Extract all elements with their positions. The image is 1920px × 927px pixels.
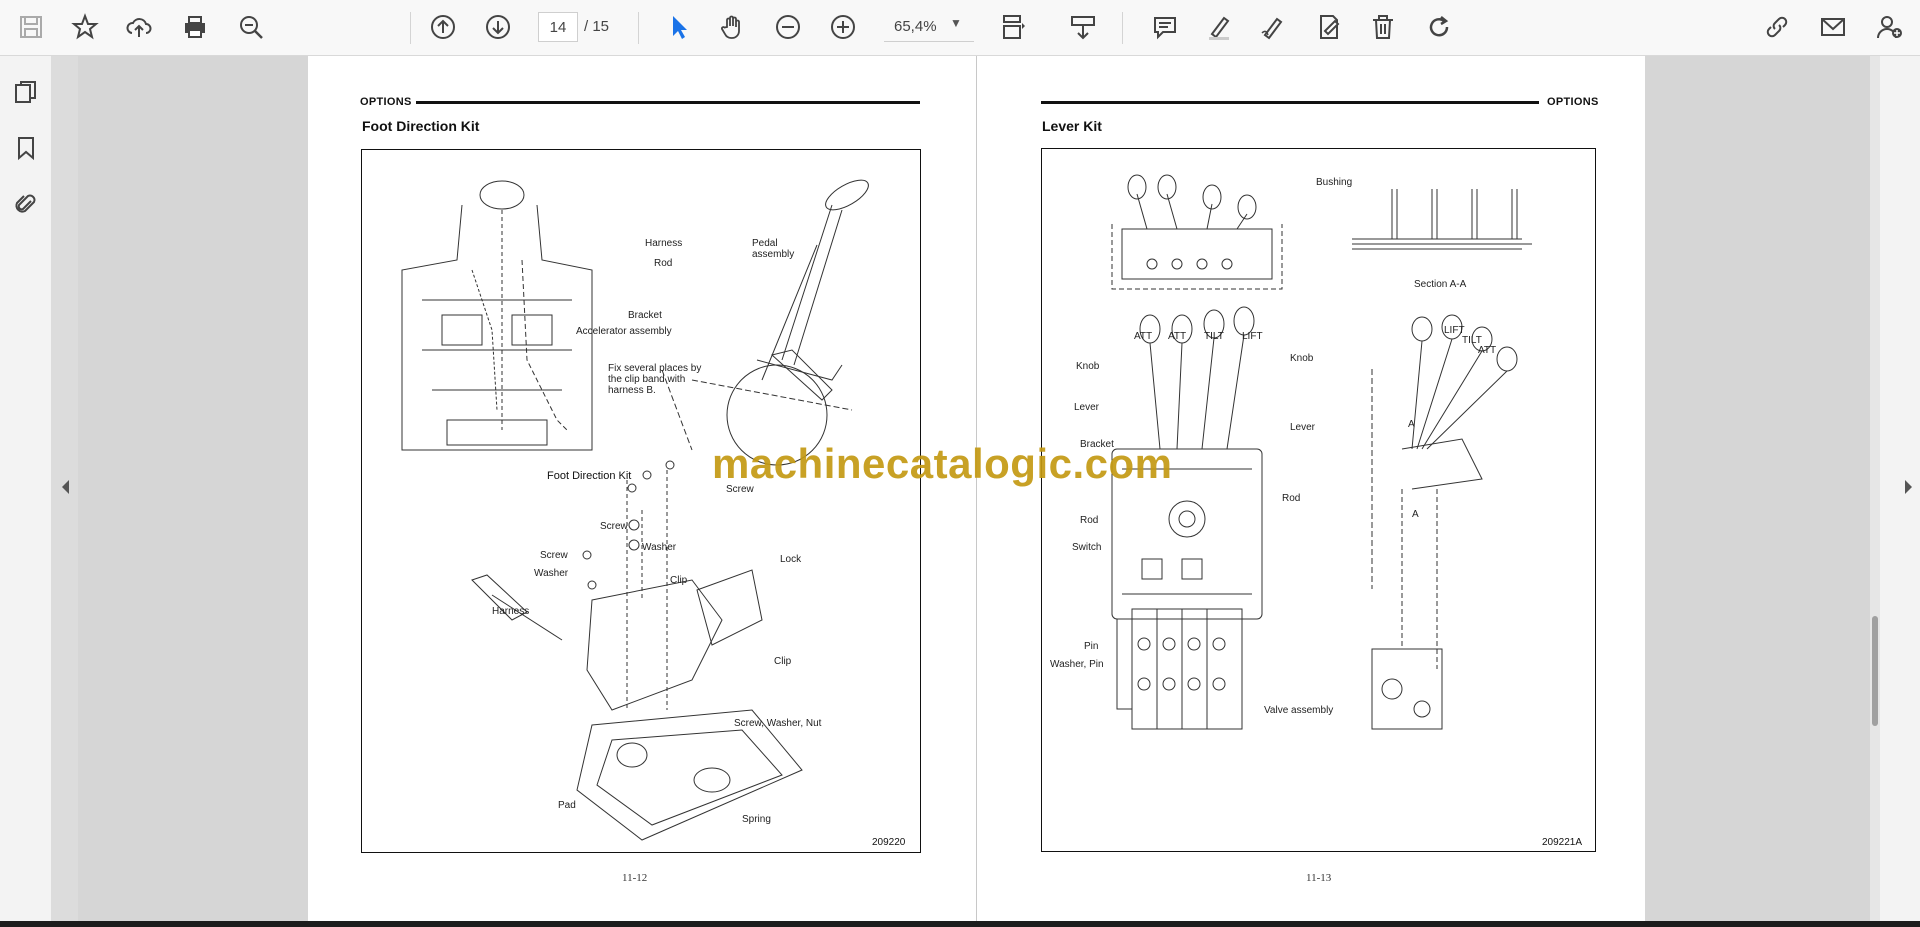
zoom-in-icon[interactable] xyxy=(826,10,860,44)
share-link-icon[interactable] xyxy=(1760,10,1794,44)
label-clip-1: Clip xyxy=(670,575,688,586)
label-lock: Lock xyxy=(780,554,802,565)
scroll-mode-icon[interactable] xyxy=(1066,10,1100,44)
bottom-bar xyxy=(0,921,1920,927)
zoom-out-icon[interactable] xyxy=(771,10,805,44)
email-icon[interactable] xyxy=(1816,10,1850,44)
next-page-icon[interactable] xyxy=(481,10,515,44)
lever-kit-figure: Bushing Section A-A ATT ATT TILT LIFT Kn… xyxy=(1041,148,1596,852)
highlight-icon[interactable] xyxy=(1202,10,1236,44)
label-washer-1: Washer xyxy=(642,542,677,553)
page-total: / 15 xyxy=(584,18,610,35)
draw-icon[interactable] xyxy=(1256,10,1290,44)
page-fit-icon[interactable] xyxy=(996,10,1030,44)
header-rule xyxy=(416,101,920,104)
prev-page-icon[interactable] xyxy=(426,10,460,44)
pages-thumbnail-icon[interactable] xyxy=(8,74,44,110)
label-bushing: Bushing xyxy=(1316,177,1353,188)
fill-sign-icon[interactable] xyxy=(1312,10,1346,44)
print-icon[interactable] xyxy=(178,10,212,44)
collapse-right-arrow-icon[interactable] xyxy=(1905,480,1912,494)
label-harness-top: Harness xyxy=(645,238,683,249)
label-screw-2: Screw xyxy=(600,521,628,532)
label-lever-right: Lever xyxy=(1290,422,1316,433)
label-knob-right: Knob xyxy=(1290,353,1314,364)
label-bracket: Bracket xyxy=(628,310,662,321)
lever-kit-drawing xyxy=(1111,174,1532,730)
page-title: Lever Kit xyxy=(1042,118,1102,134)
zoom-dropdown-icon[interactable]: ▼ xyxy=(950,16,962,30)
scrollbar-thumb[interactable] xyxy=(1872,616,1878,726)
page-right: OPTIONS Lever Kit Bushing Section A-A AT… xyxy=(977,56,1645,921)
page-header-options: OPTIONS xyxy=(1547,96,1599,108)
label-accelerator: Accelerator assembly xyxy=(576,326,672,337)
label-att-side: ATT xyxy=(1478,345,1497,356)
cloud-upload-icon[interactable] xyxy=(122,10,156,44)
label-rod-right: Rod xyxy=(1282,493,1301,504)
watermark-text: machinecatalogic.com xyxy=(712,440,1173,487)
label-rod: Rod xyxy=(654,258,673,269)
account-icon[interactable] xyxy=(1872,10,1906,44)
label-screw-3: Screw xyxy=(540,550,568,561)
collapse-left-arrow-icon[interactable] xyxy=(62,480,69,494)
bookmark-icon[interactable] xyxy=(8,130,44,166)
label-switch: Switch xyxy=(1072,542,1102,553)
hand-icon[interactable] xyxy=(716,10,750,44)
label-tilt: TILT xyxy=(1204,331,1224,342)
page-number: 11-12 xyxy=(622,872,648,884)
label-harness: Harness xyxy=(492,606,530,617)
label-washer-2: Washer xyxy=(534,568,569,579)
select-cursor-icon[interactable] xyxy=(662,10,696,44)
figure-caption: Foot Direction Kit xyxy=(547,470,632,482)
save-icon[interactable] xyxy=(14,10,48,44)
comment-icon[interactable] xyxy=(1148,10,1182,44)
vertical-scrollbar[interactable] xyxy=(1870,56,1880,921)
label-att-2: ATT xyxy=(1168,331,1187,342)
label-washer-pin: Washer, Pin xyxy=(1050,659,1104,670)
rotate-icon[interactable] xyxy=(1422,10,1456,44)
page-number-input[interactable]: 14 xyxy=(538,12,578,42)
label-rod-left: Rod xyxy=(1080,515,1099,526)
right-panel-collapse[interactable] xyxy=(1880,56,1920,921)
zoom-search-icon[interactable] xyxy=(234,10,268,44)
toolbar: 14 / 15 65,4% ▼ xyxy=(0,0,1920,56)
foot-direction-figure: Harness Rod Pedal assembly Bracket Accel… xyxy=(361,149,921,853)
delete-icon[interactable] xyxy=(1366,10,1400,44)
label-pedal-assembly: Pedal assembly xyxy=(752,238,795,260)
page-header-options: OPTIONS xyxy=(360,96,412,108)
label-pad: Pad xyxy=(558,800,576,811)
page-number: 11-13 xyxy=(1306,872,1332,884)
label-lever-left: Lever xyxy=(1074,402,1100,413)
label-fix-note: Fix several places by the clip band with… xyxy=(608,363,702,396)
label-section-a-a: Section A-A xyxy=(1414,279,1467,290)
figure-id: 209220 xyxy=(872,837,906,848)
label-clip-2: Clip xyxy=(774,656,792,667)
label-knob-left: Knob xyxy=(1076,361,1100,372)
label-a-bottom: A xyxy=(1412,509,1419,520)
label-valve-assembly: Valve assembly xyxy=(1264,705,1334,716)
label-a-top: A xyxy=(1408,419,1415,430)
star-icon[interactable] xyxy=(68,10,102,44)
label-screw-washer-nut: Screw, Washer, Nut xyxy=(734,718,822,729)
label-att-1: ATT xyxy=(1134,331,1153,342)
label-spring: Spring xyxy=(742,814,771,825)
label-pin: Pin xyxy=(1084,641,1099,652)
page-left: OPTIONS Foot Direction Kit Harness Rod P… xyxy=(308,56,976,921)
left-navigation-rail xyxy=(0,56,52,921)
header-rule xyxy=(1041,101,1539,104)
label-lift: LIFT xyxy=(1242,331,1263,342)
page-title: Foot Direction Kit xyxy=(362,118,480,134)
foot-direction-drawing xyxy=(401,179,869,841)
figure-id: 209221A xyxy=(1542,837,1583,848)
attachment-icon[interactable] xyxy=(8,186,44,222)
